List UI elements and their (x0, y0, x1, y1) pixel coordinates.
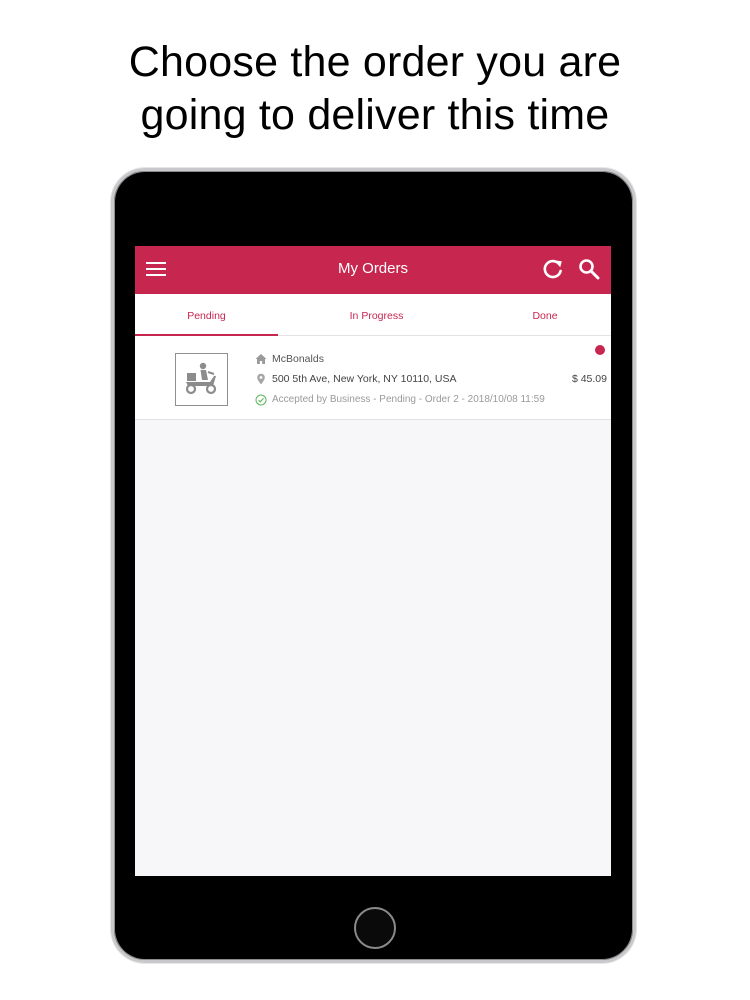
app-screen: My Orders Pending In Progress Done McBon… (135, 246, 611, 876)
delivery-scooter-icon (185, 362, 217, 395)
search-icon[interactable] (578, 258, 600, 280)
order-address: 500 5th Ave, New York, NY 10110, USA (272, 373, 457, 385)
home-icon (255, 354, 267, 364)
page-title: My Orders (337, 260, 408, 277)
status-indicator-dot (595, 345, 605, 355)
home-button[interactable] (354, 907, 396, 949)
order-price: $ 45.09 (571, 373, 607, 385)
headline-line-2: going to deliver this time (140, 91, 610, 139)
order-status-text: Accepted by Business - Pending - Order 2… (272, 394, 545, 405)
headline-line-1: Choose the order you are (128, 38, 622, 86)
tab-bar: Pending In Progress Done (135, 294, 611, 336)
order-list-item[interactable]: McBonalds 500 5th Ave, New York, NY 1011… (135, 336, 611, 420)
tab-in-progress[interactable]: In Progress (305, 294, 448, 336)
check-circle-icon (255, 394, 267, 406)
order-business-name: McBonalds (272, 353, 324, 365)
refresh-icon[interactable] (542, 258, 564, 280)
page: Choose the order you are going to delive… (0, 0, 750, 1000)
order-thumbnail (175, 353, 228, 406)
location-pin-icon (257, 373, 265, 385)
app-bar: My Orders (135, 246, 611, 294)
headline: Choose the order you are going to delive… (0, 36, 750, 142)
tab-pending[interactable]: Pending (135, 294, 278, 336)
tab-done[interactable]: Done (515, 294, 575, 336)
